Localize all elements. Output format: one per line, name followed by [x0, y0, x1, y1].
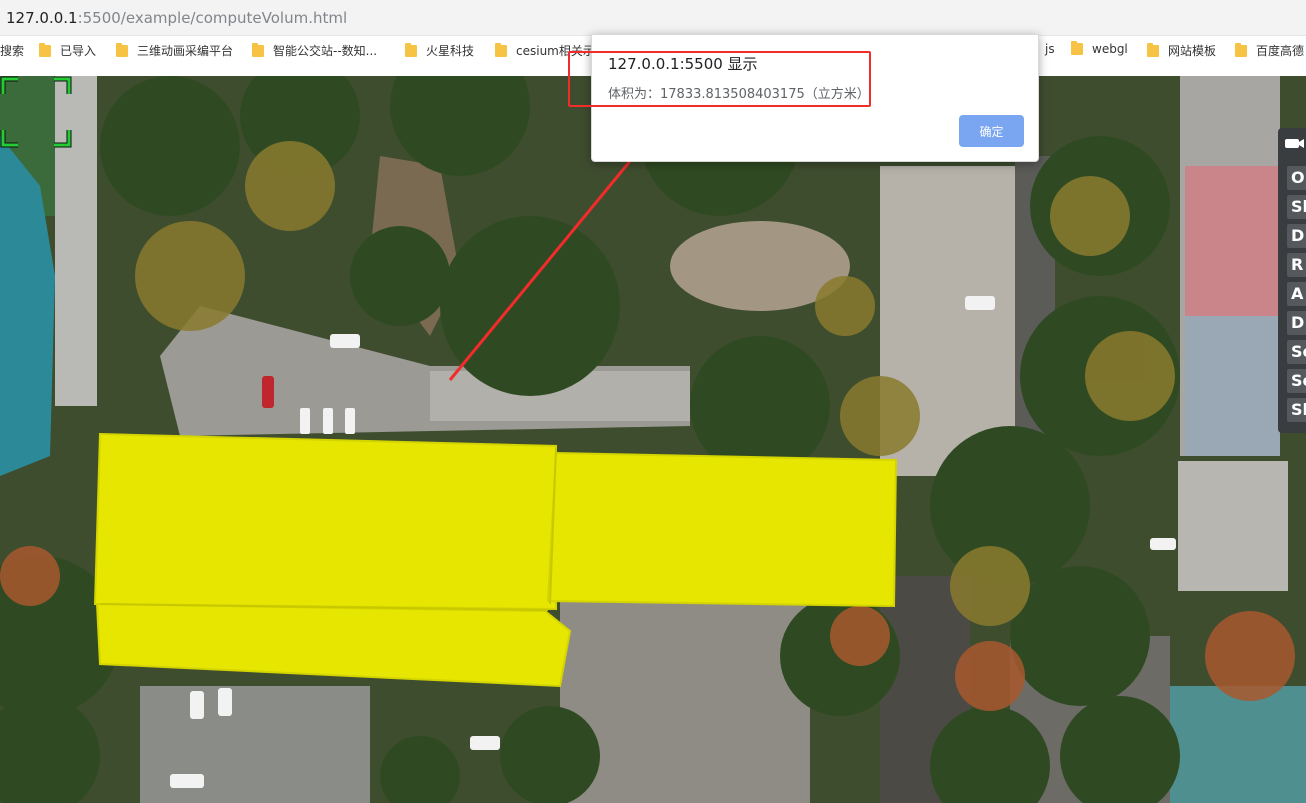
map-viewer[interactable]: [0, 76, 1306, 803]
toolbar-item[interactable]: O: [1287, 166, 1306, 190]
bookmark-item[interactable]: 三维动画采编平台: [116, 42, 233, 59]
folder-icon: [405, 42, 417, 57]
toolbar-item[interactable]: D: [1287, 224, 1306, 248]
aerial-scene: [0, 76, 1306, 803]
ok-button[interactable]: 确定: [959, 115, 1024, 147]
folder-icon: [1235, 42, 1247, 57]
toolbar-item[interactable]: So: [1287, 340, 1306, 364]
bookmark-item[interactable]: 智能公交站--数知...: [252, 42, 377, 59]
bookmark-item[interactable]: 搜索: [0, 42, 24, 59]
bookmark-item[interactable]: 已导入: [39, 42, 96, 59]
toolbar-item[interactable]: R: [1287, 253, 1306, 277]
url-text[interactable]: 127.0.0.1:5500/example/computeVolum.html: [6, 9, 347, 27]
bookmark-item[interactable]: js: [1045, 42, 1055, 56]
toolbar-item[interactable]: Sh: [1287, 195, 1306, 219]
url-host: 127.0.0.1: [6, 9, 78, 27]
folder-icon: [1071, 41, 1083, 55]
folder-icon: [252, 42, 264, 57]
bookmark-item[interactable]: 网站模板: [1147, 42, 1216, 59]
folder-icon: [495, 42, 507, 57]
toolbar-item[interactable]: D: [1287, 311, 1306, 335]
toolbar-item[interactable]: So: [1287, 369, 1306, 393]
toolbar-item[interactable]: Sl: [1287, 398, 1306, 422]
bookmark-item[interactable]: 百度高德: [1235, 42, 1304, 59]
folder-icon: [116, 42, 128, 57]
annotation-box: [568, 51, 871, 107]
toolbar-item[interactable]: A: [1287, 282, 1306, 306]
side-toolbar: O Sh D R A D So So Sl: [1278, 128, 1306, 433]
folder-icon: [39, 42, 51, 57]
focus-reticle-icon: [0, 76, 72, 148]
address-bar[interactable]: 127.0.0.1:5500/example/computeVolum.html: [0, 0, 1306, 36]
folder-icon: [1147, 42, 1159, 57]
url-path: :5500/example/computeVolum.html: [77, 9, 348, 27]
bookmark-item[interactable]: 火星科技: [405, 42, 474, 59]
camera-icon[interactable]: [1283, 135, 1306, 151]
bookmark-item[interactable]: webgl: [1071, 41, 1128, 56]
